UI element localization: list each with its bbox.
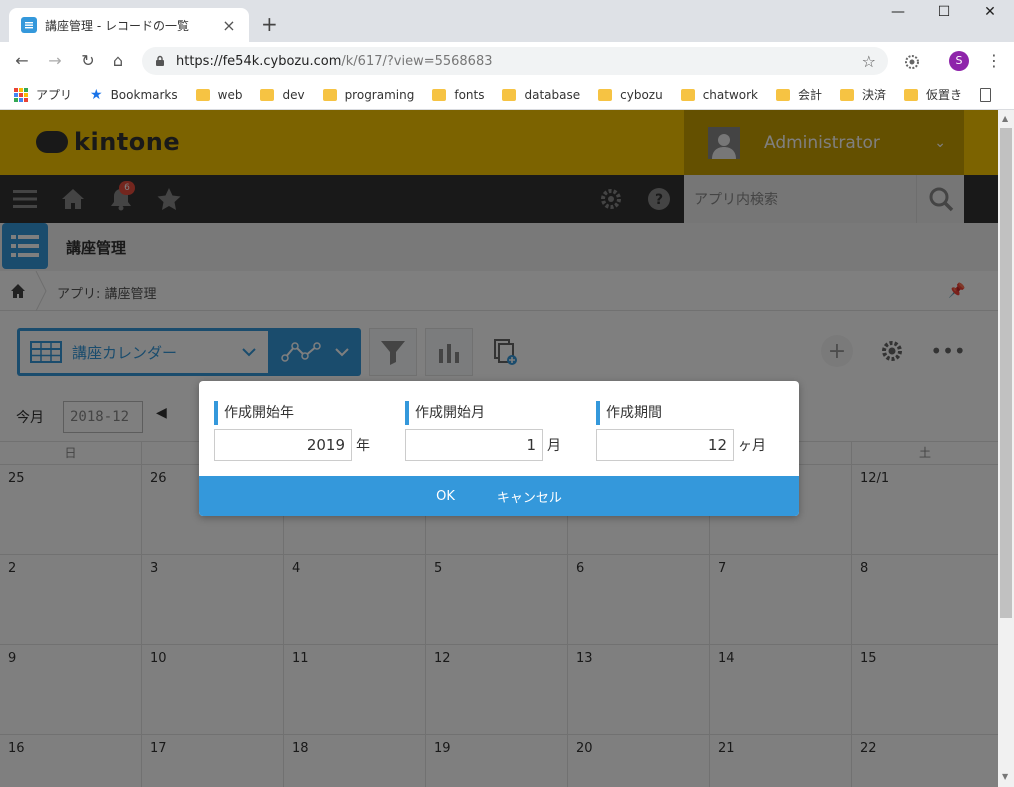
reload-icon[interactable]: ↻ xyxy=(78,51,98,71)
folder-icon xyxy=(195,88,210,101)
maximize-icon[interactable]: ☐ xyxy=(934,4,954,20)
tab-title: 講座管理 - レコードの一覧 xyxy=(45,18,189,33)
url-host: https://fe54k.cybozu.com xyxy=(176,53,342,69)
bookmark-temp[interactable]: 仮置き xyxy=(904,86,962,103)
scroll-down-arrow-icon[interactable]: ▼ xyxy=(1002,772,1008,781)
start-month-field: 作成開始月 月 xyxy=(405,401,561,461)
start-year-label: 作成開始年 xyxy=(214,401,370,425)
browser-tab[interactable]: 講座管理 - レコードの一覧 × xyxy=(9,8,249,42)
bookmark-label: アプリ xyxy=(36,88,73,102)
generate-schedule-dialog: 作成開始年 年 作成開始月 月 作成期間 ヶ月 OK キャンセル xyxy=(199,381,799,516)
lock-icon xyxy=(156,55,164,66)
page-scrollbar[interactable]: ▲ ▼ xyxy=(998,110,1014,787)
scrollbar-thumb[interactable] xyxy=(1000,128,1012,618)
start-year-row: 年 xyxy=(214,429,370,461)
kintone-page: kintone Administrator ⌄ 6 ? アプリ内検索 講座管理 xyxy=(0,110,998,787)
bookmark-dev[interactable]: dev xyxy=(260,87,305,102)
bookmark-programing[interactable]: programing xyxy=(322,87,415,102)
bookmark-label: web xyxy=(217,87,243,102)
folder-icon xyxy=(598,88,613,101)
home-icon[interactable]: ⌂ xyxy=(108,51,128,71)
cancel-button[interactable]: キャンセル xyxy=(491,483,568,510)
folder-icon xyxy=(432,88,447,101)
bookmark-label: 決済 xyxy=(862,88,887,102)
bookmark-payment[interactable]: 決済 xyxy=(840,86,886,103)
page-icon xyxy=(980,87,992,102)
bookmark-label: Bookmarks xyxy=(110,87,178,102)
folder-icon xyxy=(502,88,517,101)
bookmark-label: chatwork xyxy=(702,87,758,102)
extension-gear-icon[interactable] xyxy=(904,54,920,70)
bookmark-label: fonts xyxy=(454,87,485,102)
period-field: 作成期間 ヶ月 xyxy=(596,401,766,461)
bookmark-chatwork[interactable]: chatwork xyxy=(680,87,758,102)
star-icon: ★ xyxy=(90,86,103,103)
new-tab-button[interactable]: + xyxy=(261,14,278,34)
bookmark-apps[interactable]: アプリ xyxy=(14,86,72,103)
address-bar[interactable]: https://fe54k.cybozu.com/k/617/?view=556… xyxy=(142,47,888,75)
start-year-input[interactable] xyxy=(214,429,352,461)
period-row: ヶ月 xyxy=(596,429,766,461)
bookmark-database[interactable]: database xyxy=(502,88,580,102)
folder-icon xyxy=(260,88,275,101)
folder-icon xyxy=(776,88,790,101)
scroll-up-arrow-icon[interactable]: ▲ xyxy=(1002,114,1008,123)
url-path: /k/617/?view=5568683 xyxy=(341,53,493,69)
bookmark-label: 仮置き xyxy=(926,88,963,102)
bookmarks-bar: アプリ ★ Bookmarks web dev programing fonts… xyxy=(0,80,1014,110)
start-month-row: 月 xyxy=(405,429,561,461)
folder-icon xyxy=(904,88,919,101)
bookmark-cybozu[interactable]: cybozu xyxy=(598,88,663,102)
bookmark-web[interactable]: web xyxy=(195,87,243,102)
bookmark-page[interactable] xyxy=(980,87,992,102)
apps-grid-icon xyxy=(14,87,28,102)
period-unit: ヶ月 xyxy=(738,438,766,454)
tab-close-icon[interactable]: × xyxy=(221,16,237,35)
start-month-unit: 月 xyxy=(547,438,561,454)
bookmark-label: dev xyxy=(282,87,305,102)
window-close-icon[interactable]: ✕ xyxy=(980,4,1000,20)
back-arrow-icon[interactable]: ← xyxy=(12,51,32,71)
url-text: https://fe54k.cybozu.com/k/617/?view=556… xyxy=(176,54,862,69)
profile-avatar[interactable]: S xyxy=(949,51,969,71)
folder-icon xyxy=(322,88,337,101)
bookmark-label: cybozu xyxy=(620,87,663,102)
bookmark-accounting[interactable]: 会計 xyxy=(776,86,822,103)
ok-button[interactable]: OK xyxy=(430,485,461,508)
start-year-unit: 年 xyxy=(356,438,370,454)
start-month-label: 作成開始月 xyxy=(405,401,561,425)
folder-icon xyxy=(680,88,695,101)
browser-toolbar: ← → ↻ ⌂ https://fe54k.cybozu.com/k/617/?… xyxy=(0,42,1014,80)
period-input[interactable] xyxy=(596,429,734,461)
dialog-footer: OK キャンセル xyxy=(199,476,799,516)
browser-menu-icon[interactable]: ⋮ xyxy=(986,51,1002,70)
bookmark-label: programing xyxy=(344,87,415,102)
bookmark-label: 会計 xyxy=(798,88,823,102)
bookmark-star-icon[interactable]: ☆ xyxy=(862,52,876,71)
browser-tabstrip: 講座管理 - レコードの一覧 × + — ☐ ✕ xyxy=(0,0,1014,42)
bookmark-bookmarks[interactable]: ★ Bookmarks xyxy=(90,87,178,103)
bookmark-fonts[interactable]: fonts xyxy=(432,88,484,102)
kintone-app-favicon xyxy=(21,17,37,33)
start-year-field: 作成開始年 年 xyxy=(214,401,370,461)
minimize-icon[interactable]: — xyxy=(888,4,908,20)
forward-arrow-icon[interactable]: → xyxy=(45,51,65,71)
period-label: 作成期間 xyxy=(596,401,766,425)
bookmark-label: database xyxy=(524,87,581,102)
folder-icon xyxy=(840,88,855,101)
start-month-input[interactable] xyxy=(405,429,543,461)
